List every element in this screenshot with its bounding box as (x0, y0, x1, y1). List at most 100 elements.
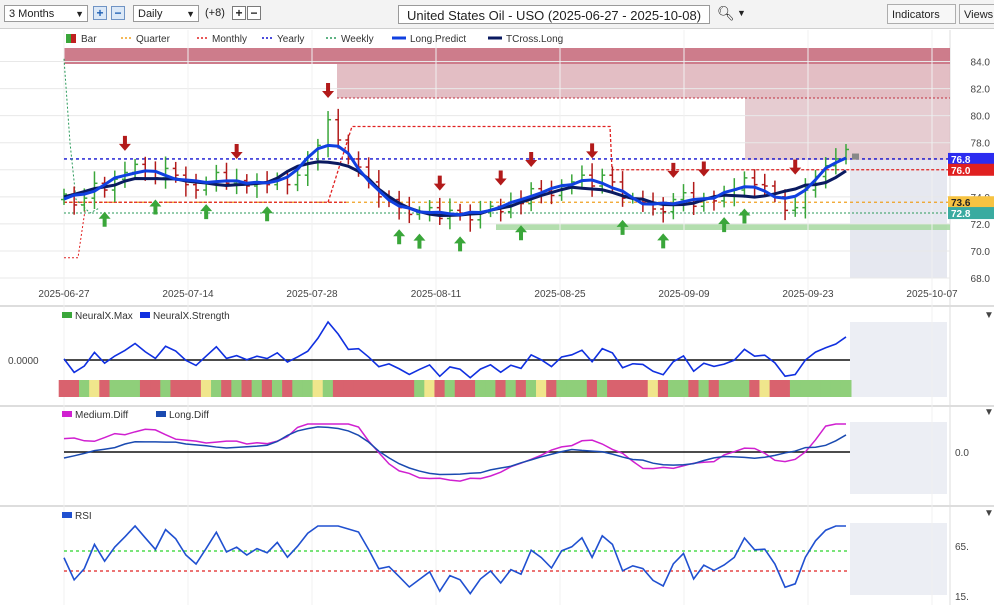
y-tick-label: 15. (955, 592, 969, 603)
neuralx-max-cell (759, 380, 771, 397)
resistance-zone (337, 64, 950, 98)
neuralx-max-cell (576, 380, 588, 397)
neuralx-max-cell (211, 380, 222, 397)
chart-canvas[interactable]: 84.082.080.078.076.074.072.070.068.02025… (0, 0, 994, 605)
legend-label: Weekly (341, 34, 374, 45)
neuralx-max-cell (79, 380, 90, 397)
y-tick-label: 72.0 (971, 220, 991, 231)
neuralx-max-cell (99, 380, 111, 397)
y-tick-label: 68.0 (971, 274, 991, 285)
neuralx-max-cell (464, 380, 476, 397)
neuralx-max-cell (109, 380, 121, 397)
neuralx-max-cell (403, 380, 415, 397)
panel-menu-chevron-icon: ▼ (984, 508, 994, 519)
neuralx-max-cell (444, 380, 456, 397)
neuralx-max-cell (586, 380, 598, 397)
neuralx-max-cell (749, 380, 761, 397)
y-tick-label: 82.0 (971, 85, 991, 96)
neuralx-max-cell (221, 380, 232, 397)
legend-label: TCross.Long (506, 34, 563, 45)
neuralx-max-cell (607, 380, 618, 397)
neuralx-max-cell (668, 380, 679, 397)
neuralx-max-cell (363, 380, 375, 397)
neuralx-max-cell (261, 380, 273, 397)
neuralx-max-cell (779, 380, 791, 397)
neuralx-max-cell (251, 380, 263, 397)
neuralx-max-cell (160, 380, 172, 397)
legend-label: Long.Predict (410, 34, 466, 45)
x-tick-label: 2025-07-14 (162, 289, 214, 300)
neuralx-max-cell (231, 380, 243, 397)
neuralx-max-cell (292, 380, 304, 397)
neuralx-max-cell (454, 380, 466, 397)
neuralx-max-cell (830, 380, 842, 397)
y-tick-label: 0.0 (955, 448, 969, 459)
neuralx-max-cell (89, 380, 100, 397)
neuralx-max-cell (302, 380, 314, 397)
neuralx-max-cell (525, 380, 537, 397)
neuralx-max-cell (708, 380, 720, 397)
x-tick-label: 2025-09-09 (658, 289, 710, 300)
neuralx-max-cell (475, 380, 486, 397)
resistance-zone (745, 98, 950, 160)
neuralx-max-cell (58, 380, 70, 397)
neuralx-max-cell (718, 380, 730, 397)
neuralx-max-cell (68, 380, 80, 397)
x-tick-label: 2025-06-27 (38, 289, 90, 300)
price-label: 72.8 (951, 209, 971, 220)
neuralx-max-cell (434, 380, 446, 397)
legend-swatch (62, 312, 72, 318)
legend-swatch (71, 34, 76, 43)
neuralx-max-cell (393, 380, 405, 397)
legend-label: Quarter (136, 34, 171, 45)
neuralx-max-cell (556, 380, 568, 397)
neuralx-max-cell (373, 380, 385, 397)
neuralx-max-cell (383, 380, 395, 397)
neuralx-max-cell (332, 380, 344, 397)
x-tick-label: 2025-07-28 (286, 289, 338, 300)
panel-menu-chevron-icon: ▼ (984, 310, 994, 321)
neuralx-max-cell (678, 380, 690, 397)
neuralx-max-cell (627, 380, 639, 397)
neuralx-max-cell (637, 380, 649, 397)
neuralx-max-cell (647, 380, 659, 397)
neuralx-max-cell (180, 380, 192, 397)
neuralx-max-cell (657, 380, 669, 397)
panel-menu-chevron-icon: ▼ (984, 407, 994, 418)
neuralx-max-cell (271, 380, 283, 397)
legend-label: Medium.Diff (75, 410, 128, 421)
neuralx-max-cell (536, 380, 547, 397)
neuralx-max-cell (353, 380, 365, 397)
legend-label: Long.Diff (169, 410, 209, 421)
neuralx-max-cell (515, 380, 527, 397)
neuralx-max-cell (150, 380, 161, 397)
neuralx-max-cell (596, 380, 608, 397)
x-tick-label: 2025-08-25 (534, 289, 586, 300)
neuralx-max-cell (698, 380, 710, 397)
legend-label: RSI (75, 511, 92, 522)
legend-label: Bar (81, 34, 97, 45)
y-tick-label: 84.0 (971, 58, 991, 69)
neuralx-max-cell (414, 380, 425, 397)
neuralx-max-cell (820, 380, 832, 397)
legend-label: Monthly (212, 34, 247, 45)
legend-label: Yearly (277, 34, 304, 45)
neuralx-max-cell (617, 380, 629, 397)
neuralx-max-cell (312, 380, 324, 397)
price-label: 76.0 (951, 166, 971, 177)
diff-panel (0, 407, 994, 505)
y-tick-label: 78.0 (971, 139, 991, 150)
x-tick-label: 2025-10-07 (906, 289, 958, 300)
neuralx-max-cell (119, 380, 131, 397)
neuralx-max-cell (739, 380, 750, 397)
neuralx-max-cell (139, 380, 151, 397)
neuralx-max-cell (840, 380, 852, 397)
neuralx-max-cell (810, 380, 822, 397)
legend-label: NeuralX.Max (75, 311, 133, 322)
neuralx-max-cell (170, 380, 182, 397)
y-tick-label: 70.0 (971, 247, 991, 258)
neuralx-max-cell (546, 380, 557, 397)
neuralx-max-cell (322, 380, 334, 397)
neuralx-max-cell (129, 380, 141, 397)
neuralx-max-cell (800, 380, 811, 397)
